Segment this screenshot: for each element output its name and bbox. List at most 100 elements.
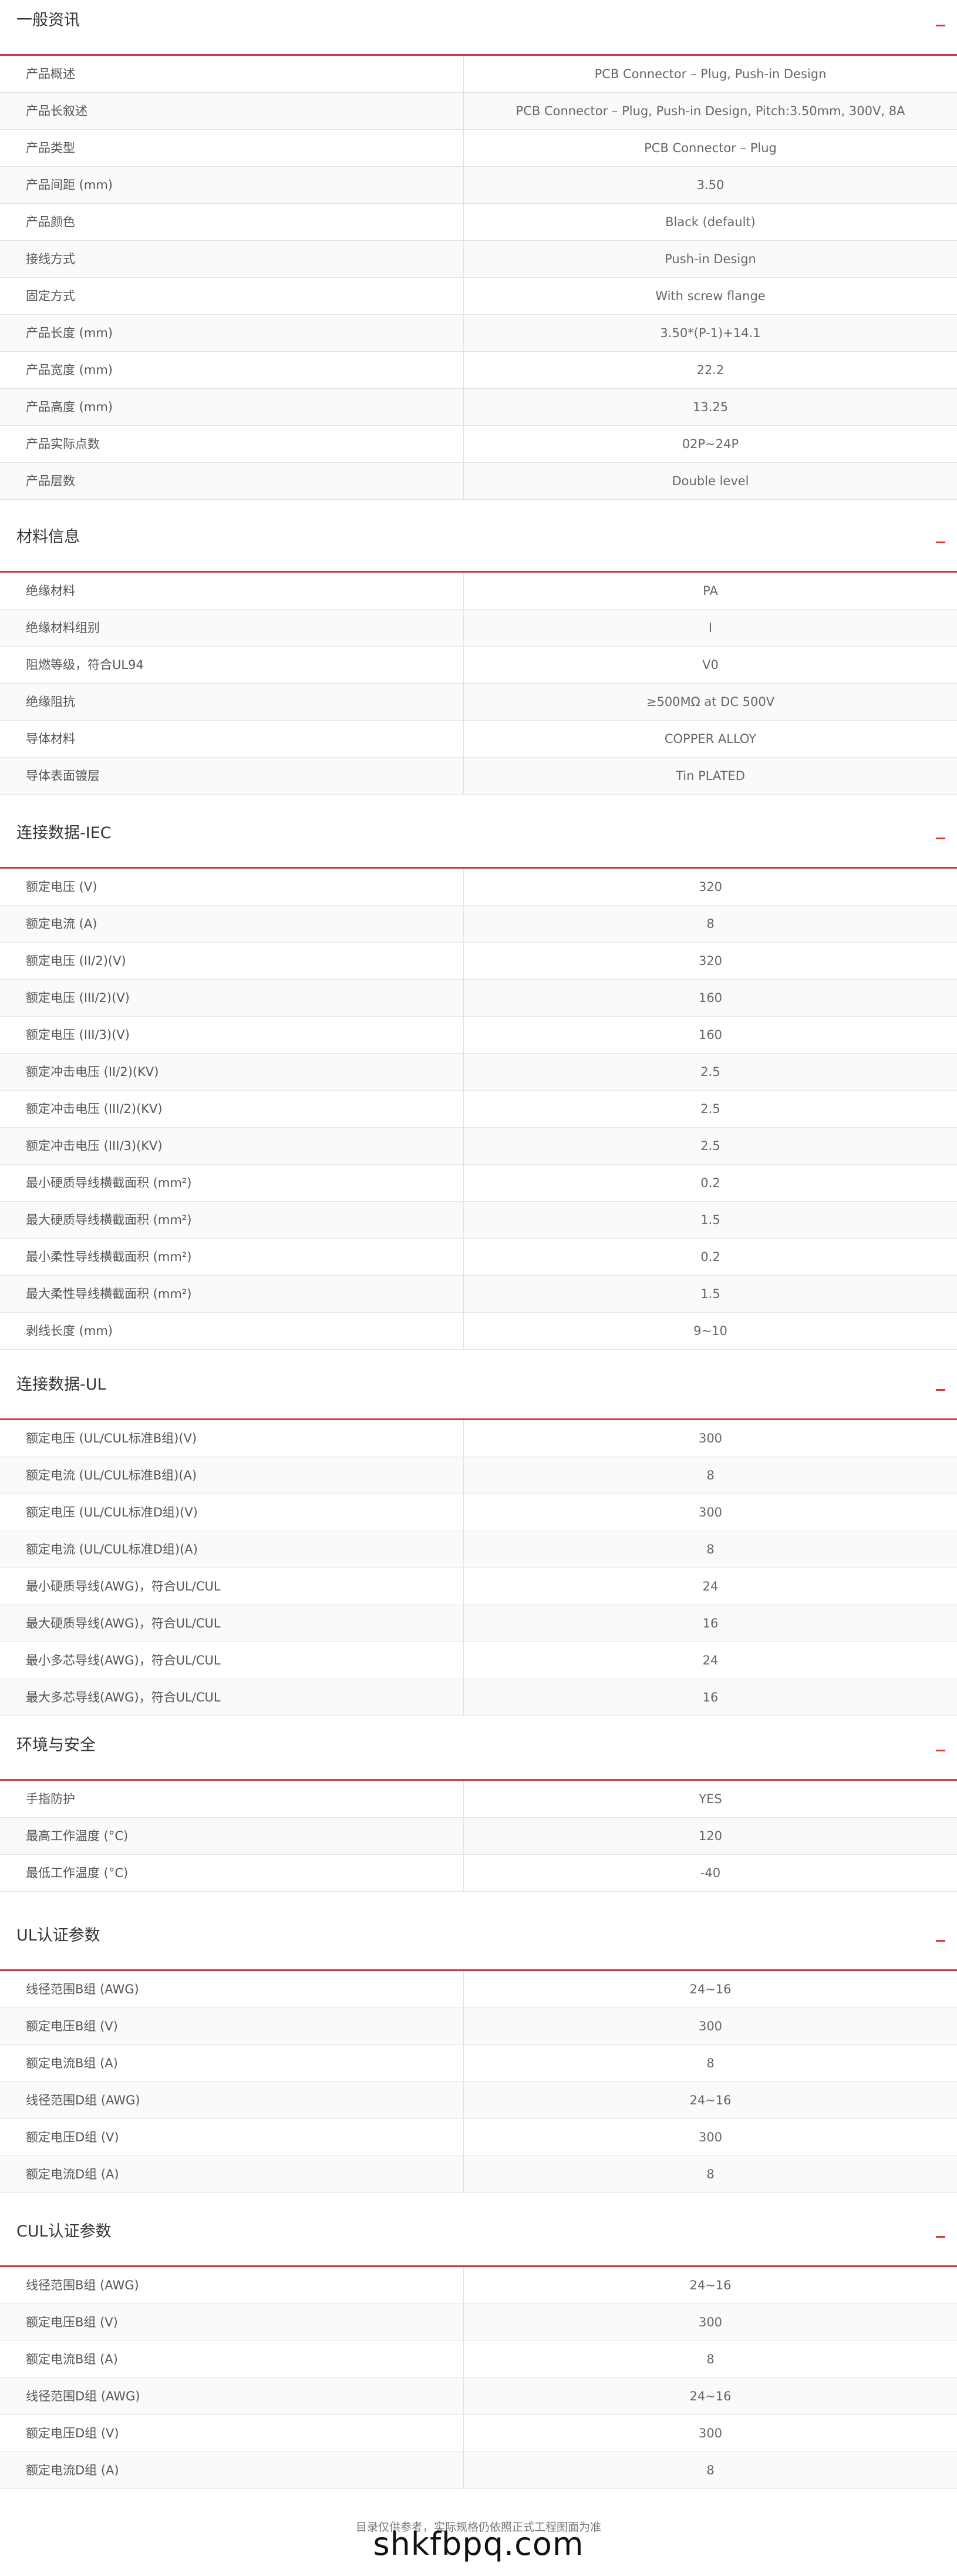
row-value: Double level (463, 463, 957, 499)
row-value: Push-in Design (463, 241, 957, 277)
row-label: 额定电压 (UL/CUL标准D组)(V) (26, 1505, 198, 1519)
row-label: 产品间距 (mm) (26, 178, 113, 192)
table-row: 额定电流D组 (A) 8 (0, 2156, 957, 2193)
row-label: 额定电流 (UL/CUL标准B组)(A) (26, 1468, 197, 1482)
row-value: 2.5 (463, 1054, 957, 1090)
row-label: 产品层数 (26, 474, 75, 488)
row-value: 9~10 (463, 1313, 957, 1349)
collapse-icon[interactable] (936, 1389, 945, 1391)
row-label: 产品类型 (26, 141, 75, 155)
table-row: 产品类型 PCB Connector – Plug (0, 130, 957, 167)
row-label: 额定电流 (A) (26, 917, 97, 931)
row-label: 产品实际点数 (26, 437, 100, 451)
table-row: 最小柔性导线横截面积 (mm²) 0.2 (0, 1239, 957, 1276)
row-value: 24~16 (463, 1971, 957, 2007)
table-row: 额定电流 (UL/CUL标准B组)(A) 8 (0, 1457, 957, 1494)
row-label: 最大硬质导线(AWG)，符合UL/CUL (26, 1616, 221, 1630)
row-label: 线径范围B组 (AWG) (26, 2278, 139, 2292)
section-header[interactable]: 一般资讯 (0, 0, 957, 56)
table-row: 额定电流 (A) 8 (0, 906, 957, 943)
collapse-icon[interactable] (936, 2236, 945, 2238)
spec-table: 产品概述 PCB Connector – Plug, Push-in Design… (0, 56, 957, 500)
collapse-icon[interactable] (936, 838, 945, 839)
row-value: 24 (463, 1642, 957, 1679)
table-row: 产品层数 Double level (0, 463, 957, 500)
section-header[interactable]: 连接数据-IEC (0, 813, 957, 869)
table-row: 额定电压 (II/2)(V) 320 (0, 943, 957, 980)
section-header[interactable]: 连接数据-UL (0, 1364, 957, 1420)
row-value: I (463, 610, 957, 646)
row-value: COPPER ALLOY (463, 721, 957, 757)
table-row: 额定冲击电压 (II/2)(KV) 2.5 (0, 1054, 957, 1091)
spec-table: 线径范围B组 (AWG) 24~16 额定电压B组 (V) 300 额定电流B组 (A)… (0, 1971, 957, 2193)
table-row: 接线方式 Push-in Design (0, 241, 957, 278)
spec-section: 环境与安全 手指防护 YES 最高工作温度 (°C) 120 最低工作温度 (°C) -40 (0, 1725, 957, 1892)
row-label: 额定电压 (II/2)(V) (26, 954, 126, 968)
row-value: 8 (463, 1457, 957, 1494)
table-row: 绝缘材料 PA (0, 573, 957, 610)
section-title: 连接数据-IEC (16, 824, 112, 842)
section-header[interactable]: 材料信息 (0, 517, 957, 573)
table-row: 额定冲击电压 (III/3)(KV) 2.5 (0, 1128, 957, 1165)
table-row: 线径范围B组 (AWG) 24~16 (0, 1971, 957, 2008)
row-value: PCB Connector – Plug, Push-in Design (463, 56, 957, 92)
row-label: 手指防护 (26, 1792, 75, 1806)
row-value: 16 (463, 1679, 957, 1716)
row-value: 24 (463, 1568, 957, 1605)
spec-table: 额定电压 (V) 320 额定电流 (A) 8 额定电压 (II/2)(V) 320 额定电… (0, 869, 957, 1350)
section-title: UL认证参数 (16, 1926, 100, 1945)
row-label: 阻燃等级，符合UL94 (26, 658, 144, 672)
row-value: 16 (463, 1605, 957, 1642)
table-row: 产品宽度 (mm) 22.2 (0, 352, 957, 389)
row-value: 120 (463, 1818, 957, 1854)
row-value: 8 (463, 2045, 957, 2081)
table-row: 额定电流B组 (A) 8 (0, 2045, 957, 2082)
table-row: 额定电压 (UL/CUL标准B组)(V) 300 (0, 1420, 957, 1457)
table-row: 绝缘材料组别 I (0, 610, 957, 647)
table-row: 固定方式 With screw flange (0, 278, 957, 315)
row-label: 额定电压 (III/3)(V) (26, 1028, 130, 1042)
table-row: 导体材料 COPPER ALLOY (0, 721, 957, 758)
row-label: 产品长度 (mm) (26, 326, 113, 340)
section-header[interactable]: UL认证参数 (0, 1915, 957, 1971)
spec-section: UL认证参数 线径范围B组 (AWG) 24~16 额定电压B组 (V) 300 额定电流… (0, 1915, 957, 2193)
row-label: 线径范围D组 (AWG) (26, 2093, 140, 2107)
table-row: 额定电流B组 (A) 8 (0, 2341, 957, 2378)
row-value: 8 (463, 906, 957, 942)
section-header[interactable]: CUL认证参数 (0, 2211, 957, 2267)
section-header[interactable]: 环境与安全 (0, 1725, 957, 1781)
row-value: -40 (463, 1855, 957, 1891)
spec-section: CUL认证参数 线径范围B组 (AWG) 24~16 额定电压B组 (V) 300 额定电… (0, 2211, 957, 2489)
row-label: 最小多芯导线(AWG)，符合UL/CUL (26, 1653, 221, 1667)
row-label: 固定方式 (26, 289, 75, 303)
table-row: 产品高度 (mm) 13.25 (0, 389, 957, 426)
table-row: 额定冲击电压 (III/2)(KV) 2.5 (0, 1091, 957, 1128)
table-row: 最高工作温度 (°C) 120 (0, 1818, 957, 1855)
row-label: 额定电流B组 (A) (26, 2352, 118, 2366)
row-label: 最大硬质导线横截面积 (mm²) (26, 1213, 192, 1227)
section-title: 材料信息 (16, 528, 80, 546)
collapse-icon[interactable] (936, 25, 945, 26)
row-label: 产品概述 (26, 67, 75, 81)
table-row: 线径范围D组 (AWG) 24~16 (0, 2378, 957, 2415)
collapse-icon[interactable] (936, 542, 945, 543)
section-title: 一般资讯 (16, 11, 80, 29)
row-value: 300 (463, 2008, 957, 2044)
row-value: 300 (463, 1420, 957, 1457)
table-row: 产品颜色 Black (default) (0, 204, 957, 241)
table-row: 额定电压 (III/3)(V) 160 (0, 1017, 957, 1054)
table-row: 额定电压B组 (V) 300 (0, 2008, 957, 2045)
table-row: 额定电压 (III/2)(V) 160 (0, 980, 957, 1017)
collapse-icon[interactable] (936, 1940, 945, 1942)
spec-section: 材料信息 绝缘材料 PA 绝缘材料组别 I 阻燃等级，符合UL94 V0 绝缘阻抗 ≥500MΩ… (0, 517, 957, 795)
row-label: 线径范围B组 (AWG) (26, 1982, 139, 1996)
row-label: 最大柔性导线横截面积 (mm²) (26, 1287, 192, 1301)
row-label: 额定电压 (III/2)(V) (26, 991, 130, 1005)
spec-table: 额定电压 (UL/CUL标准B组)(V) 300 额定电流 (UL/CUL标准B组)… (0, 1420, 957, 1716)
table-row: 导体表面镀层 Tin PLATED (0, 758, 957, 795)
row-label: 额定电流 (UL/CUL标准D组)(A) (26, 1542, 198, 1556)
collapse-icon[interactable] (936, 1750, 945, 1751)
row-value: 24~16 (463, 2378, 957, 2414)
table-row: 产品实际点数 02P~24P (0, 426, 957, 463)
row-value: 0.2 (463, 1165, 957, 1201)
